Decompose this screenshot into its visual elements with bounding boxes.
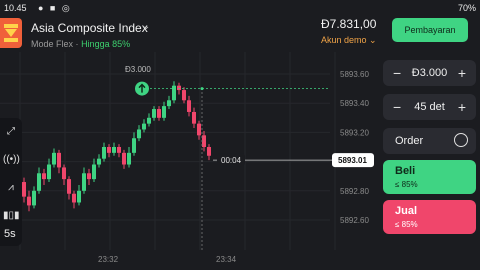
price-axis-label: 5893.40 [340, 99, 369, 108]
candle-body [202, 135, 206, 147]
order-label: Order [395, 135, 424, 147]
candle-body [97, 158, 101, 165]
candle-body [112, 147, 116, 153]
candle-body [162, 106, 166, 118]
amount-stepper[interactable]: − Đ3.000 + [383, 60, 476, 86]
clock-icon [454, 133, 468, 147]
candle-body [22, 182, 26, 197]
price-axis-label: 5892.60 [340, 216, 369, 225]
battery-level: 70% [457, 3, 476, 13]
price-axis-label: 5892.80 [340, 187, 369, 196]
price-chart[interactable]: 5893.605893.405893.205893.005892.805892.… [0, 52, 380, 270]
candle-body [77, 190, 81, 203]
mode-label: Mode Flex [31, 39, 74, 49]
candle-body [32, 190, 36, 206]
order-button[interactable]: Order [383, 128, 476, 154]
chart-toolbar: ⤢ ((•)) ⩘ ▮▯▮ [0, 118, 22, 246]
candle-body [62, 167, 66, 180]
balance[interactable]: Đ7.831,00 [321, 17, 376, 31]
asset-logo-icon[interactable] [0, 18, 22, 48]
payment-button[interactable]: Pembayaran [392, 18, 468, 42]
buy-payout: ≤ 85% [395, 180, 418, 189]
candle-body [37, 173, 41, 191]
candle-body [152, 109, 156, 118]
expand-icon[interactable]: ⤢ [3, 124, 19, 140]
price-axis-label: 5893.60 [340, 70, 369, 79]
current-price-label: 5893.01 [338, 156, 367, 165]
status-icons: ● ■ ◎ [38, 3, 72, 13]
candle-body [47, 164, 51, 180]
candle-body [82, 173, 86, 191]
chevron-down-icon[interactable]: ⌄ [142, 21, 150, 32]
candle-body [187, 100, 191, 112]
mode-separator: · [75, 39, 79, 49]
candle-body [147, 117, 151, 124]
duration-stepper[interactable]: − 45 det + [383, 94, 476, 120]
candle-body [57, 152, 61, 168]
candle-body [72, 193, 76, 203]
account-type[interactable]: Akun demo ⌄ [321, 35, 377, 46]
status-bar: 10.45 ● ■ ◎ 70% [0, 0, 480, 16]
candle-body [92, 164, 96, 180]
account-label: Akun demo [321, 35, 367, 45]
asset-name[interactable]: Asia Composite Index [31, 21, 148, 35]
candle-body [127, 152, 131, 165]
drawing-icon[interactable]: ⩘ [3, 180, 19, 196]
buy-button[interactable]: Beli ≤ 85% [383, 160, 476, 194]
candle-body [27, 196, 31, 206]
indicators-icon[interactable]: ▮▯▮ [3, 208, 20, 224]
sell-label: Jual [395, 205, 418, 217]
candle-body [42, 173, 46, 180]
candle-body [142, 123, 146, 130]
candle-body [137, 129, 141, 139]
candle-body [117, 147, 121, 153]
candle-body [207, 147, 211, 156]
candle-body [182, 90, 186, 101]
candle-body [192, 111, 196, 124]
sell-button[interactable]: Jual ≤ 85% [383, 200, 476, 234]
buy-label: Beli [395, 165, 416, 177]
candle-body [167, 100, 171, 107]
mode-line: Mode Flex · Hingga 85% [31, 39, 130, 49]
broadcast-icon[interactable]: ((•)) [3, 152, 20, 168]
duration-increase-button[interactable]: + [458, 99, 466, 115]
chart-svg[interactable]: 5893.605893.405893.205893.005892.805892.… [0, 52, 380, 270]
candle-body [102, 147, 106, 159]
candle-body [157, 109, 161, 118]
candle-body [172, 85, 176, 101]
candle-body [132, 138, 136, 153]
candle-body [197, 123, 201, 136]
candle-body [177, 85, 181, 91]
profit-label: Hingga 85% [81, 39, 131, 49]
trade-amount-label: Đ3.000 [125, 65, 151, 74]
entry-end-dot [200, 87, 204, 91]
candle-body [52, 152, 56, 165]
time-axis-label: 23:32 [98, 255, 119, 264]
timeframe-button[interactable]: 5s [4, 228, 16, 240]
candle-body [122, 152, 126, 165]
candle-body [67, 179, 71, 194]
candle-body [87, 173, 91, 180]
sell-payout: ≤ 85% [395, 220, 418, 229]
price-axis-label: 5893.20 [340, 128, 369, 137]
status-time: 10.45 [4, 3, 27, 13]
timer-label: 00:04 [221, 156, 242, 165]
amount-increase-button[interactable]: + [458, 65, 466, 81]
time-axis-label: 23:34 [216, 255, 237, 264]
candle-body [107, 147, 111, 153]
